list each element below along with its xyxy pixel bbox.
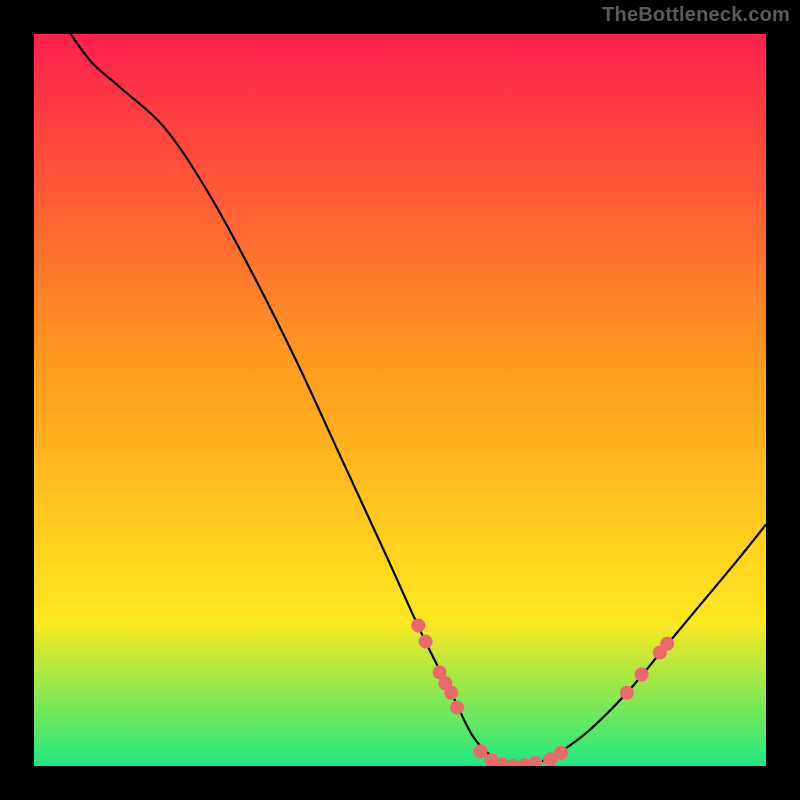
marker-dot — [660, 637, 674, 651]
marker-dot — [474, 744, 488, 758]
marker-dot — [444, 686, 458, 700]
marker-dot — [635, 668, 649, 682]
watermark-text: TheBottleneck.com — [602, 4, 790, 27]
chart-frame: TheBottleneck.com — [0, 0, 800, 800]
marker-dot — [419, 635, 433, 649]
bottleneck-curve-chart — [34, 34, 766, 766]
marker-dot — [554, 746, 568, 760]
marker-dot — [620, 686, 634, 700]
marker-dot — [411, 618, 425, 632]
marker-dot — [450, 700, 464, 714]
